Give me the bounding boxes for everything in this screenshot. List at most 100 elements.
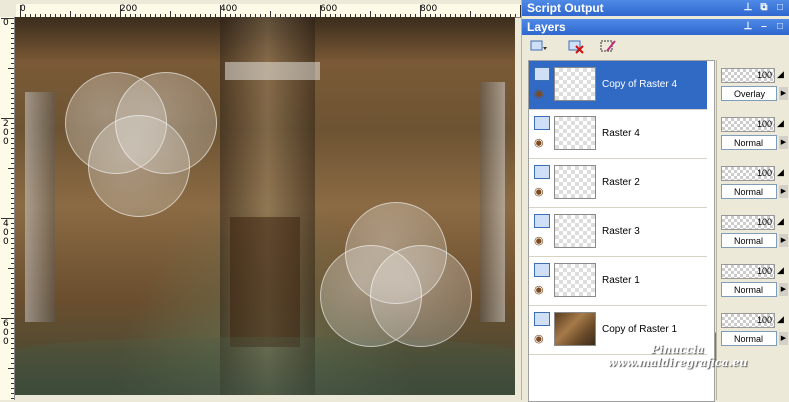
maximize-icon[interactable]: □ — [774, 0, 786, 16]
pin-icon[interactable]: ⊥ — [742, 19, 754, 35]
visibility-eye-icon[interactable]: ◉ — [534, 234, 544, 247]
script-output-titlebar[interactable]: Script Output ⊥ ⧉ □ — [522, 0, 789, 16]
layer-thumbnail — [554, 165, 596, 199]
ruler-tick — [11, 203, 14, 204]
ruler-tick — [420, 5, 421, 17]
opacity-slider[interactable]: 100 — [721, 117, 775, 132]
ruler-tick — [11, 273, 14, 274]
dropdown-arrow-icon[interactable]: ▶ — [779, 87, 788, 100]
opacity-slider[interactable]: 100 — [721, 264, 775, 279]
ruler-tick — [11, 208, 14, 209]
ruler-tick — [11, 378, 14, 379]
ruler-label: 800 — [420, 4, 438, 14]
ruler-tick — [11, 238, 14, 239]
layer-name: Copy of Raster 1 — [602, 324, 678, 335]
blend-mode-select[interactable]: Normal — [721, 184, 777, 199]
ruler-label: 0 — [3, 18, 9, 28]
watermark-author: Pinuccia — [650, 343, 705, 356]
blend-mode-select[interactable]: Normal — [721, 135, 777, 150]
float-icon[interactable]: ⧉ — [758, 0, 770, 16]
layer-properties: 100 ◢ Normal ▶ — [719, 158, 789, 206]
ruler-tick — [11, 243, 14, 244]
ruler-tick — [11, 38, 14, 39]
layer-properties: 100 ◢ Normal ▶ — [719, 109, 789, 157]
ruler-tick — [11, 128, 14, 129]
ruler-tick — [11, 398, 14, 399]
visibility-eye-icon[interactable]: ◉ — [534, 185, 544, 198]
layer-name: Raster 1 — [602, 275, 640, 286]
ruler-label: 6 0 0 — [3, 319, 9, 347]
ruler-tick — [11, 253, 14, 254]
layer-row[interactable]: ◉ Raster 1 — [529, 257, 707, 306]
dropdown-arrow-icon[interactable]: ▶ — [779, 136, 788, 149]
opacity-spin-icon[interactable]: ◢ — [777, 314, 784, 325]
ruler-tick — [11, 363, 14, 364]
dropdown-arrow-icon[interactable]: ▶ — [779, 234, 788, 247]
dropdown-arrow-icon[interactable]: ▶ — [779, 185, 788, 198]
opacity-spin-icon[interactable]: ◢ — [777, 118, 784, 129]
visibility-eye-icon[interactable]: ◉ — [534, 283, 544, 296]
ruler-tick — [1, 18, 14, 19]
ruler-tick — [11, 383, 14, 384]
layer-type-icon[interactable] — [534, 165, 550, 179]
ruler-tick — [11, 223, 14, 224]
opacity-slider[interactable]: 100 — [721, 68, 775, 83]
minimize-icon[interactable]: – — [758, 19, 770, 35]
canvas-area: 0 200 400 600 800 0 2 0 0 4 0 0 6 0 0 — [0, 0, 521, 400]
layer-row[interactable]: ◉ Raster 3 — [529, 208, 707, 257]
layers-titlebar[interactable]: Layers ⊥ – □ — [522, 19, 789, 35]
layer-type-icon[interactable] — [534, 312, 550, 326]
opacity-slider[interactable]: 100 — [721, 313, 775, 328]
opacity-spin-icon[interactable]: ◢ — [777, 167, 784, 178]
layer-properties: 100 ◢ Normal ▶ — [719, 207, 789, 255]
ruler-tick — [11, 278, 14, 279]
ruler-tick — [11, 323, 14, 324]
layer-row[interactable]: ◉ Copy of Raster 4 — [529, 61, 707, 110]
ruler-tick — [120, 5, 121, 17]
visibility-eye-icon[interactable]: ◉ — [534, 87, 544, 100]
opacity-spin-icon[interactable]: ◢ — [777, 216, 784, 227]
ruler-tick — [11, 393, 14, 394]
ruler-tick — [515, 14, 516, 17]
ruler-tick — [220, 5, 221, 17]
ruler-tick — [11, 188, 14, 189]
edit-selection-icon[interactable] — [598, 38, 618, 56]
layer-type-icon[interactable] — [534, 116, 550, 130]
bubble-shape — [88, 115, 190, 217]
ruler-tick — [11, 163, 14, 164]
visibility-eye-icon[interactable]: ◉ — [534, 332, 544, 345]
ruler-label: 200 — [120, 4, 138, 14]
ruler-tick — [11, 58, 14, 59]
ruler-tick — [11, 53, 14, 54]
ruler-tick — [1, 218, 14, 219]
opacity-slider[interactable]: 100 — [721, 215, 775, 230]
blend-mode-select[interactable]: Normal — [721, 282, 777, 297]
blend-mode-select[interactable]: Overlay — [721, 86, 777, 101]
maximize-icon[interactable]: □ — [774, 19, 786, 35]
layer-name: Copy of Raster 4 — [602, 79, 678, 90]
center-top-frame — [225, 62, 320, 80]
visibility-eye-icon[interactable]: ◉ — [534, 136, 544, 149]
image-canvas[interactable] — [15, 17, 515, 395]
layer-type-icon[interactable] — [534, 214, 550, 228]
ruler-tick — [11, 113, 14, 114]
layer-type-icon[interactable] — [534, 67, 550, 81]
ruler-tick — [11, 183, 14, 184]
ruler-tick — [11, 258, 14, 259]
layer-row[interactable]: ◉ Raster 4 — [529, 110, 707, 159]
left-pillar — [25, 92, 55, 322]
blend-mode-select[interactable]: Normal — [721, 233, 777, 248]
ruler-tick — [20, 5, 21, 17]
opacity-slider[interactable]: 100 — [721, 166, 775, 181]
layers-title: Layers — [527, 20, 566, 34]
pin-icon[interactable]: ⊥ — [742, 0, 754, 16]
opacity-spin-icon[interactable]: ◢ — [777, 69, 784, 80]
layer-name: Raster 4 — [602, 128, 640, 139]
new-layer-icon[interactable] — [528, 38, 548, 56]
delete-layer-icon[interactable] — [566, 38, 586, 56]
opacity-spin-icon[interactable]: ◢ — [777, 265, 784, 276]
layer-properties: 100 ◢ Overlay ▶ — [719, 60, 789, 108]
dropdown-arrow-icon[interactable]: ▶ — [779, 283, 788, 296]
layer-type-icon[interactable] — [534, 263, 550, 277]
layer-row[interactable]: ◉ Raster 2 — [529, 159, 707, 208]
